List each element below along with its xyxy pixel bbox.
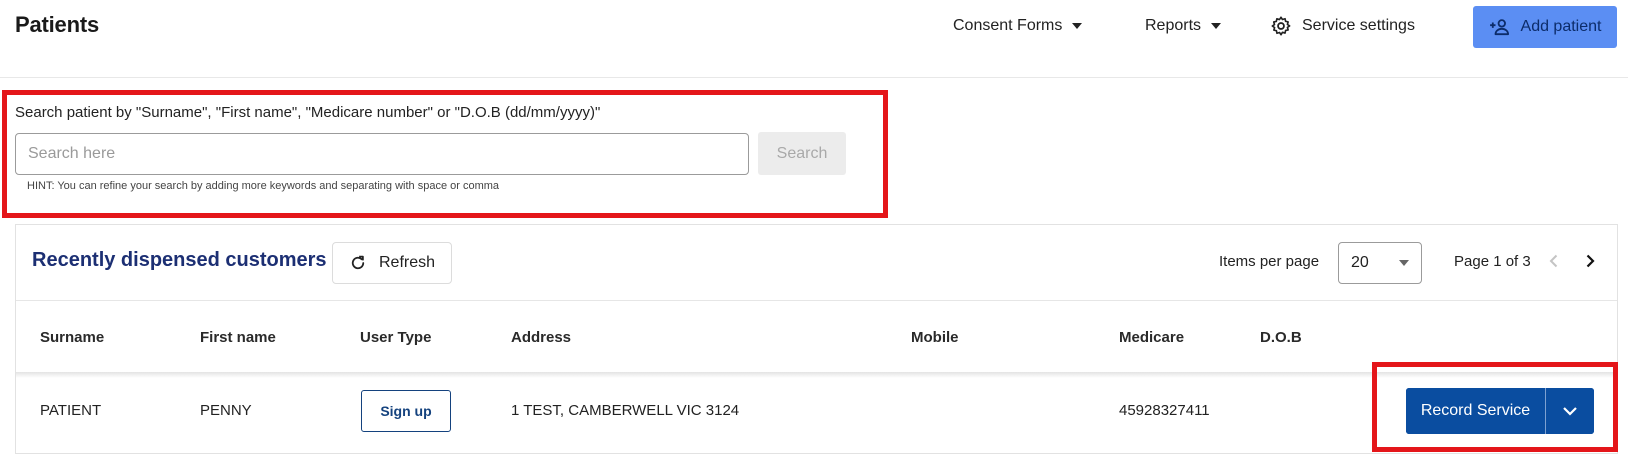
caret-down-icon (1072, 23, 1083, 29)
record-service-button-group: Record Service (1406, 388, 1594, 434)
record-service-button[interactable]: Record Service (1406, 388, 1546, 434)
column-header-user-type: User Type (360, 329, 432, 346)
consent-forms-label: Consent Forms (953, 17, 1063, 34)
chevron-down-icon (1563, 407, 1577, 416)
column-header-surname: Surname (40, 329, 105, 346)
service-settings-label: Service settings (1302, 17, 1415, 34)
gear-icon (1271, 16, 1291, 36)
search-label: Search patient by "Surname", "First name… (15, 104, 601, 121)
column-header-dob: D.O.B (1260, 329, 1302, 346)
cell-address: 1 TEST, CAMBERWELL VIC 3124 (511, 402, 740, 419)
caret-down-icon (1399, 260, 1409, 266)
column-header-medicare: Medicare (1119, 329, 1185, 346)
recently-dispensed-card: Recently dispensed customers Refresh Ite… (15, 224, 1618, 454)
search-input[interactable] (15, 133, 749, 175)
search-hint: HINT: You can refine your search by addi… (27, 180, 500, 192)
sign-up-button[interactable]: Sign up (361, 390, 451, 432)
cell-surname: PATIENT (40, 402, 102, 419)
add-patient-button[interactable]: Add patient (1473, 6, 1617, 48)
card-divider (16, 300, 1617, 301)
table-header-shadow (16, 372, 1617, 378)
refresh-icon (351, 255, 365, 270)
page-title: Patients (15, 12, 99, 37)
caret-down-icon (1211, 23, 1222, 29)
chevron-right-icon[interactable] (1582, 253, 1598, 269)
chevron-left-icon[interactable] (1546, 253, 1562, 269)
refresh-button[interactable]: Refresh (332, 242, 452, 284)
reports-menu[interactable]: Reports (1145, 16, 1222, 36)
refresh-label: Refresh (378, 254, 436, 271)
add-patient-label: Add patient (1520, 18, 1602, 35)
items-per-page-select[interactable]: 20 (1338, 242, 1422, 284)
items-per-page-value: 20 (1351, 254, 1369, 271)
search-button[interactable]: Search (758, 132, 846, 175)
cell-medicare: 45928327411 (1119, 402, 1210, 419)
cell-first-name: PENNY (200, 402, 252, 419)
column-header-address: Address (511, 329, 572, 346)
items-per-page-label: Items per page (1219, 253, 1320, 270)
service-settings-button[interactable]: Service settings (1270, 16, 1415, 36)
card-title: Recently dispensed customers (32, 249, 327, 271)
column-header-mobile: Mobile (911, 329, 959, 346)
column-header-first-name: First name (200, 329, 276, 346)
consent-forms-menu[interactable]: Consent Forms (953, 16, 1083, 36)
add-person-icon (1489, 19, 1509, 36)
page-info: Page 1 of 3 (1454, 253, 1531, 270)
record-service-dropdown-toggle[interactable] (1546, 388, 1594, 434)
top-header: Patients Consent Forms Reports Service s… (0, 0, 1628, 78)
reports-label: Reports (1145, 17, 1202, 34)
